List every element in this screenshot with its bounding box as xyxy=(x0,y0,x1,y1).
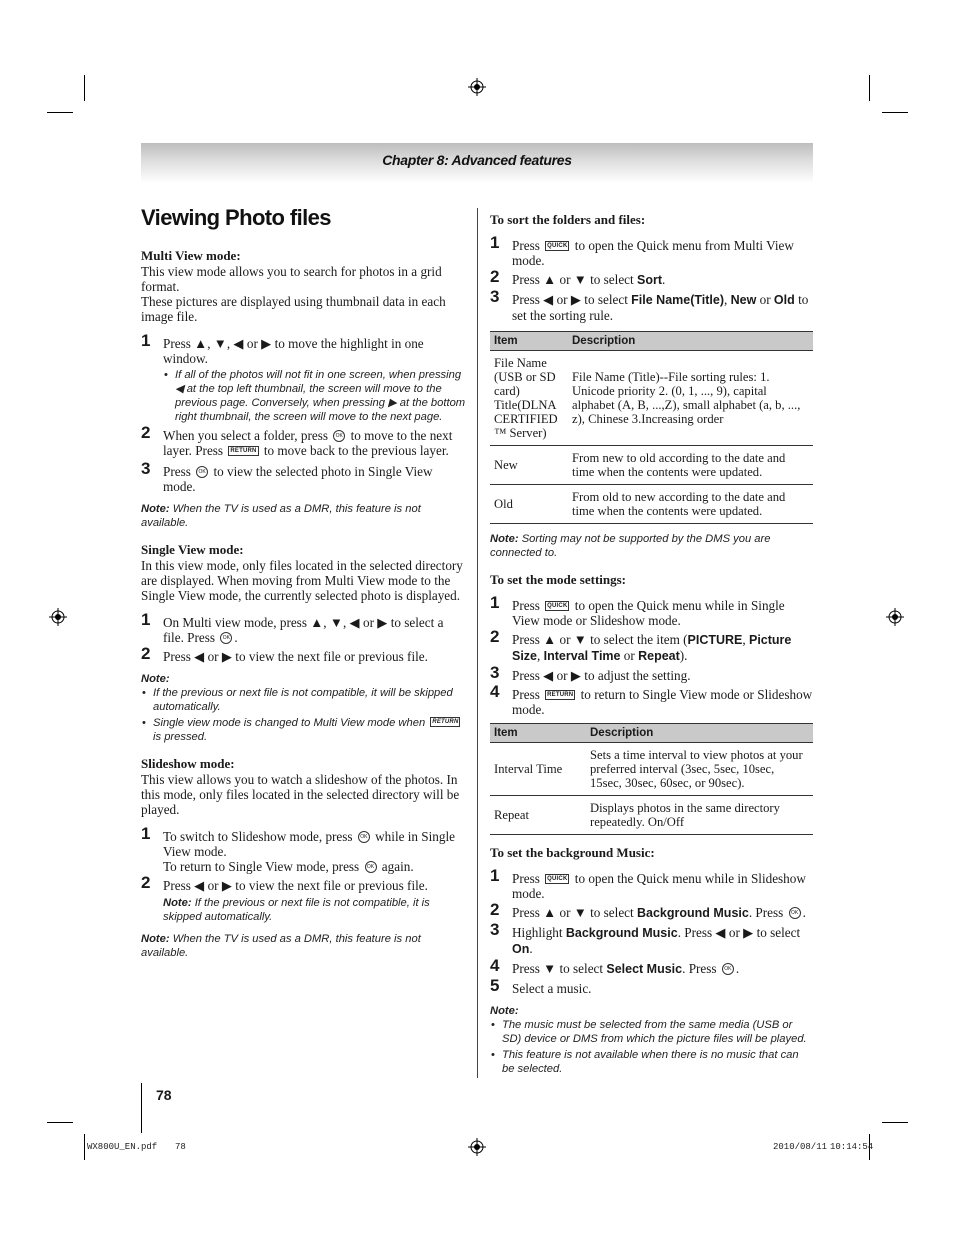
multi-view-step-1-bullet: If all of the photos will not fit in one… xyxy=(163,368,466,424)
registration-mark-icon xyxy=(468,1138,486,1156)
sort-note: Note: Sorting may not be supported by th… xyxy=(490,533,771,559)
multi-view-step-2: 2 When you select a folder, press OK to … xyxy=(141,423,453,458)
slideshow-step-2-note: Note: If the previous or next file is no… xyxy=(163,897,430,923)
footer-filename: WX800U_EN.pdf xyxy=(87,1142,158,1152)
table-header-row: Item Description xyxy=(490,723,813,743)
multi-view-step-3: 3 Press OK to view the selected photo in… xyxy=(141,459,433,494)
footer-page: 78 xyxy=(175,1142,186,1152)
column-divider xyxy=(477,208,478,1078)
crop-mark xyxy=(882,112,908,113)
single-view-step-1: 1 On Multi view mode, press ▲, ▼, ◀ or ▶… xyxy=(141,610,444,645)
sort-step-1: 1 Press QUICK to open the Quick menu fro… xyxy=(490,233,794,268)
chapter-header-bar: Chapter 8: Advanced features xyxy=(141,143,813,183)
table-header-cell: Item xyxy=(490,723,586,743)
table-row: Repeat Displays photos in the same direc… xyxy=(490,795,813,835)
table-row: Interval Time Sets a time interval to vi… xyxy=(490,742,813,796)
single-view-note-label: Note: xyxy=(141,673,170,685)
multi-view-intro-2: These pictures are displayed using thumb… xyxy=(141,294,446,324)
left-column: Multi View mode: This view mode allows y… xyxy=(141,248,466,960)
table-cell-description: Sets a time interval to view photos at y… xyxy=(586,742,813,796)
music-step-5: 5 Select a music. xyxy=(490,976,592,996)
table-cell-item: Repeat xyxy=(490,795,586,835)
return-button-icon: RETURN xyxy=(430,717,461,728)
music-note-label: Note: xyxy=(490,1005,519,1017)
mode-step-1: 1 Press QUICK to open the Quick menu whi… xyxy=(490,593,785,628)
page-number: 78 xyxy=(156,1087,172,1103)
mode-step-2: 2 Press ▲ or ▼ to select the item (PICTU… xyxy=(490,627,792,663)
table-header-cell: Item xyxy=(490,331,568,351)
slideshow-note: Note: When the TV is used as a DMR, this… xyxy=(141,933,421,959)
registration-mark-icon xyxy=(468,78,486,96)
return-button-icon: RETURN xyxy=(228,445,259,456)
music-heading: To set the background Music: xyxy=(490,845,655,860)
table-cell-description: From old to new according to the date an… xyxy=(568,484,813,524)
quick-button-icon: QUICK xyxy=(545,873,570,884)
registration-mark-icon xyxy=(49,608,67,626)
crop-mark xyxy=(47,1122,73,1123)
return-button-icon: RETURN xyxy=(545,689,576,700)
crop-mark xyxy=(882,1122,908,1123)
footer-time: 10:14:54 xyxy=(830,1142,874,1152)
mode-step-3: 3 Press ◀ or ▶ to adjust the setting. xyxy=(490,663,691,683)
music-step-2: 2 Press ▲ or ▼ to select Background Musi… xyxy=(490,900,806,920)
table-cell-description: File Name (Title)--File sorting rules: 1… xyxy=(568,350,813,446)
crop-mark xyxy=(84,1134,85,1160)
music-step-3: 3 Highlight Background Music. Press ◀ or… xyxy=(490,920,801,956)
table-cell-item: Interval Time xyxy=(490,742,586,796)
table-cell-item: Old xyxy=(490,484,568,524)
page-title: Viewing Photo files xyxy=(141,205,331,230)
ok-button-icon: OK xyxy=(196,465,209,478)
multi-view-note: Note: When the TV is used as a DMR, this… xyxy=(141,503,421,529)
table-header-row: Item Description xyxy=(490,331,813,351)
ok-button-icon: OK xyxy=(721,962,734,975)
mode-heading: To set the mode settings: xyxy=(490,572,627,587)
sort-step-3: 3 Press ◀ or ▶ to select File Name(Title… xyxy=(490,287,809,323)
quick-button-icon: QUICK xyxy=(545,600,570,611)
sort-step-2: 2 Press ▲ or ▼ to select Sort. xyxy=(490,267,666,287)
music-step-1: 1 Press QUICK to open the Quick menu whi… xyxy=(490,866,806,901)
slideshow-heading: Slideshow mode: xyxy=(141,756,235,771)
single-view-heading: Single View mode: xyxy=(141,542,244,557)
slideshow-intro: This view allows you to watch a slidesho… xyxy=(141,772,460,817)
right-column: To sort the folders and files: 1 Press Q… xyxy=(490,212,813,1076)
music-step-4: 4 Press ▼ to select Select Music. Press … xyxy=(490,956,740,976)
mode-step-4: 4 Press RETURN to return to Single View … xyxy=(490,682,813,717)
quick-button-icon: QUICK xyxy=(545,240,570,251)
multi-view-heading: Multi View mode: xyxy=(141,248,241,263)
multi-view-intro: This view mode allows you to search for … xyxy=(141,264,442,294)
table-row: Old From old to new according to the dat… xyxy=(490,484,813,524)
crop-mark xyxy=(869,75,870,101)
ok-button-icon: OK xyxy=(220,631,233,644)
sort-table: Item Description File Name (USB or SD ca… xyxy=(490,331,813,524)
music-note-bullet: This feature is not available when there… xyxy=(490,1048,813,1076)
table-cell-description: Displays photos in the same directory re… xyxy=(586,795,813,835)
registration-mark-icon xyxy=(886,608,904,626)
music-note-bullet: The music must be selected from the same… xyxy=(490,1018,813,1046)
table-row: New From new to old according to the dat… xyxy=(490,445,813,485)
single-view-step-2: 2 Press ◀ or ▶ to view the next file or … xyxy=(141,644,428,664)
table-row: File Name (USB or SD card) Title(DLNA CE… xyxy=(490,350,813,446)
single-view-note-bullet: Single view mode is changed to Multi Vie… xyxy=(141,716,466,744)
ok-button-icon: OK xyxy=(364,860,377,873)
slideshow-step-2: 2 Press ◀ or ▶ to view the next file or … xyxy=(141,873,428,893)
crop-mark xyxy=(47,112,73,113)
footer-date: 2010/08/11 xyxy=(773,1142,828,1152)
slideshow-step-1: 1 To switch to Slideshow mode, press OK … xyxy=(141,824,456,874)
single-view-note-bullet: If the previous or next file is not comp… xyxy=(141,686,466,714)
table-cell-item: File Name (USB or SD card) Title(DLNA CE… xyxy=(490,350,568,446)
single-view-intro: In this view mode, only files located in… xyxy=(141,558,463,603)
multi-view-step-1: 1 Press ▲, ▼, ◀ or ▶ to move the highlig… xyxy=(141,331,424,366)
sort-heading: To sort the folders and files: xyxy=(490,212,646,227)
table-cell-description: From new to old according to the date an… xyxy=(568,445,813,485)
table-cell-item: New xyxy=(490,445,568,485)
table-header-cell: Description xyxy=(586,723,813,743)
crop-mark xyxy=(84,75,85,101)
chapter-title: Chapter 8: Advanced features xyxy=(382,152,572,168)
ok-button-icon: OK xyxy=(788,906,801,919)
ok-button-icon: OK xyxy=(357,830,370,843)
page-margin-line xyxy=(141,1083,142,1133)
mode-table: Item Description Interval Time Sets a ti… xyxy=(490,723,813,835)
table-header-cell: Description xyxy=(568,331,813,351)
ok-button-icon: OK xyxy=(333,429,346,442)
